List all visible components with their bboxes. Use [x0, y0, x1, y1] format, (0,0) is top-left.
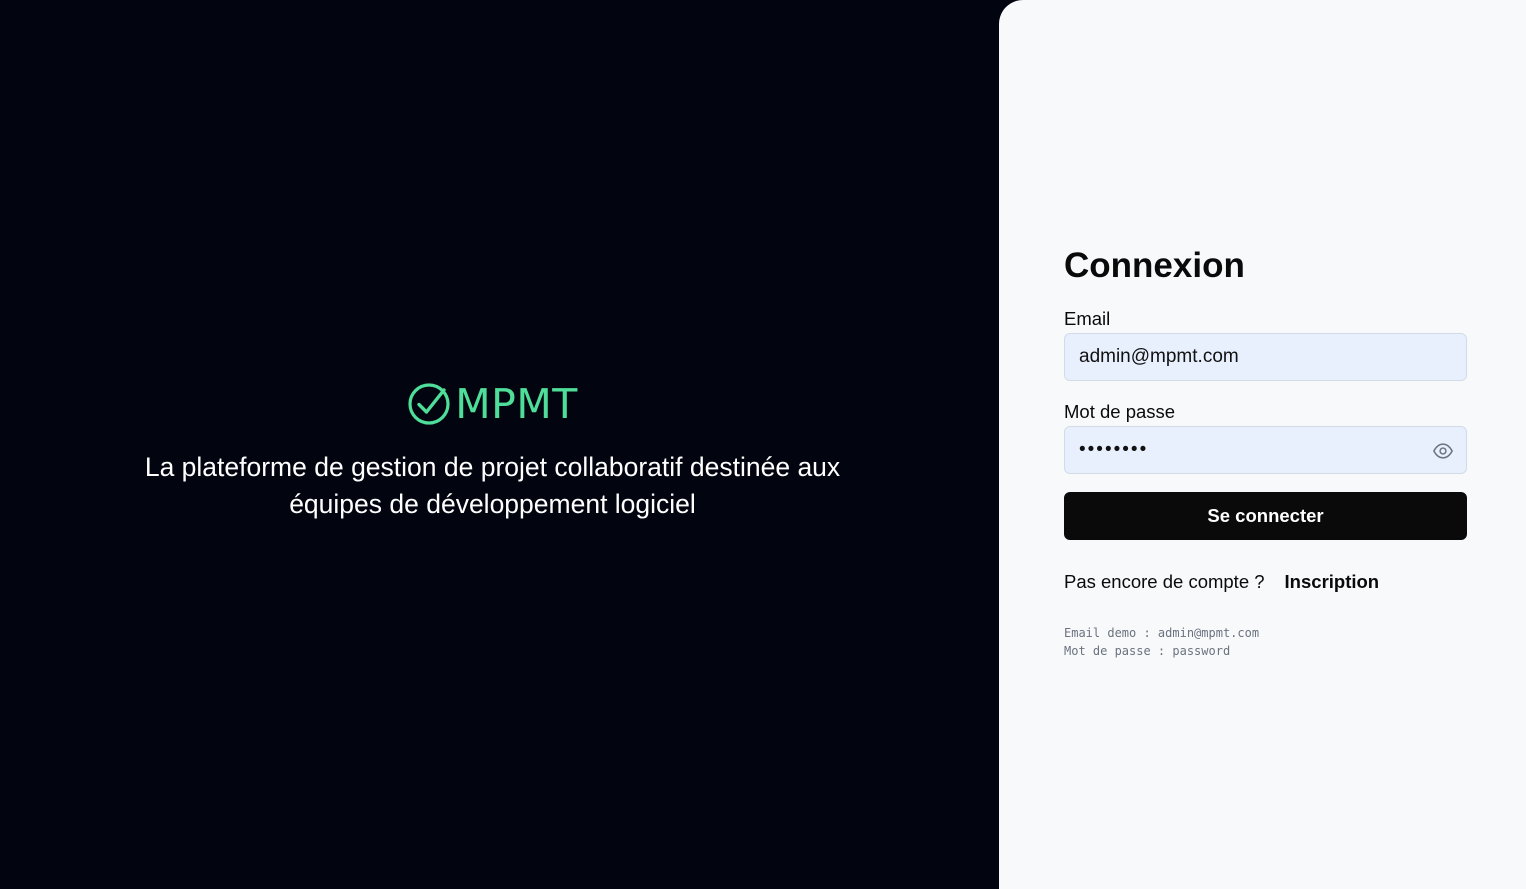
demo-credentials: Email demo : admin@mpmt.com Mot de passe… [1064, 624, 1467, 660]
hero-panel: MPMT La plateforme de gestion de projet … [0, 0, 1000, 889]
page-title: Connexion [1064, 246, 1245, 285]
password-label: Mot de passe [1064, 401, 1176, 422]
demo-password-text: Mot de passe : password [1064, 644, 1231, 658]
brand-name: MPMT [455, 380, 578, 428]
signup-link[interactable]: Inscription [1285, 570, 1380, 594]
email-field-wrapper [1064, 333, 1467, 381]
check-circle-icon [408, 383, 450, 425]
tagline: La plateforme de gestion de projet colla… [144, 452, 841, 519]
password-field[interactable] [1065, 427, 1466, 473]
login-button[interactable]: Se connecter [1064, 492, 1467, 540]
email-field[interactable] [1065, 334, 1466, 380]
email-label: Email [1064, 308, 1111, 329]
login-panel: Connexion Email Mot de passe Se connecte… [999, 0, 1526, 889]
brand-logo: MPMT [0, 382, 985, 426]
login-form: Connexion Email Mot de passe Se connecte… [1064, 244, 1467, 660]
no-account-text: Pas encore de compte ? [1064, 571, 1265, 592]
demo-email-text: Email demo : admin@mpmt.com [1064, 626, 1260, 640]
signup-row: Pas encore de compte ? Inscription [1064, 570, 1467, 594]
eye-icon[interactable] [1432, 440, 1454, 462]
brand-logo-group: MPMT [407, 382, 578, 426]
password-field-wrapper [1064, 426, 1467, 474]
login-page: MPMT La plateforme de gestion de projet … [0, 0, 1526, 889]
